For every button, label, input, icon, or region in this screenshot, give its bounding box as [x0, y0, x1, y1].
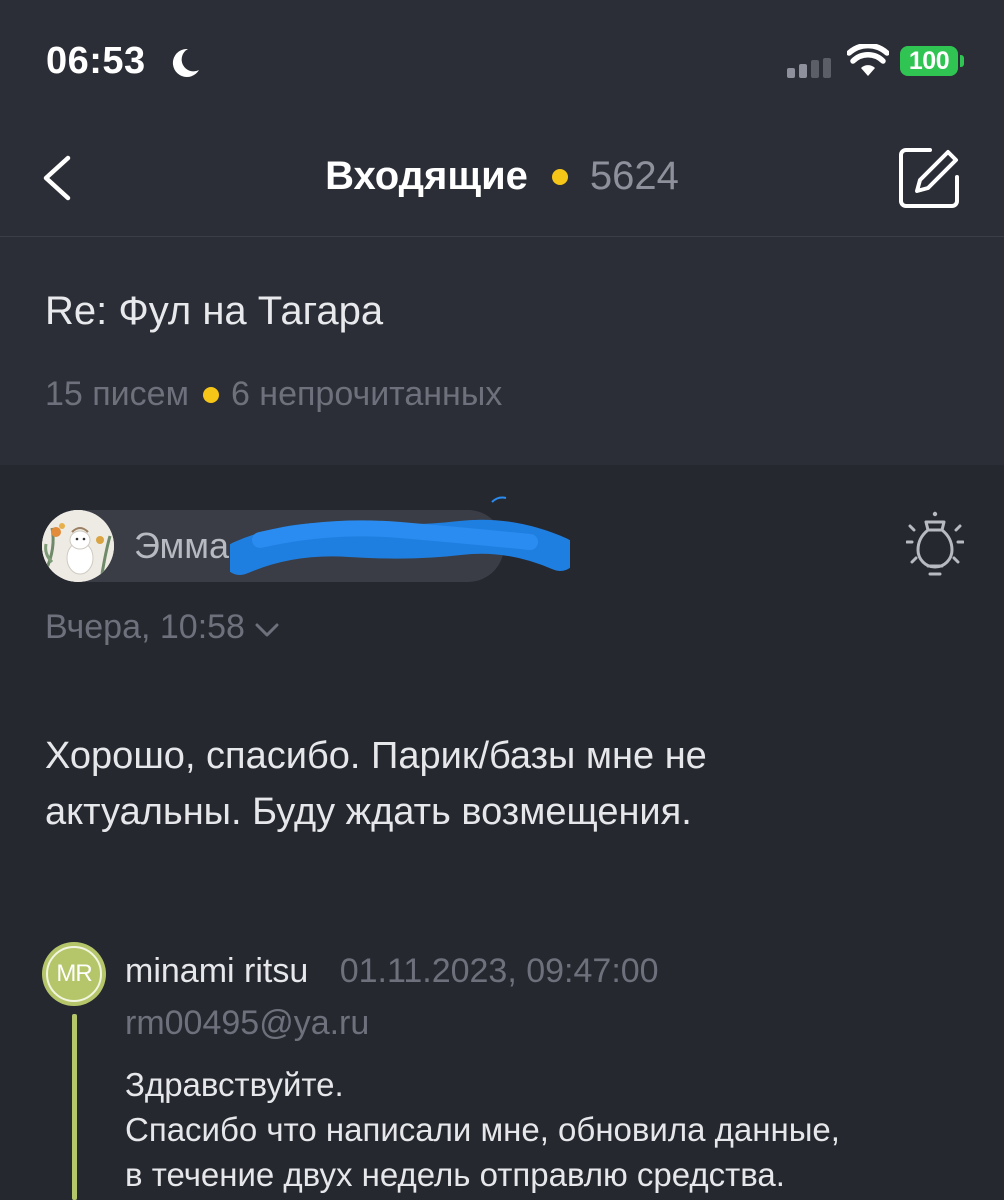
sender-name: Эмма: [134, 525, 229, 566]
message-body: Хорошо, спасибо. Парик/базы мне не актуа…: [45, 728, 945, 840]
quote-avatar: MR: [42, 942, 106, 1006]
lightbulb-icon[interactable]: [906, 508, 964, 584]
moon-icon: [172, 48, 199, 77]
thread-subject: Re: Фул на Тагара: [45, 289, 384, 333]
thread-unread-count: 6 непрочитанных: [230, 375, 503, 413]
nav-bar: Входящие 5624: [0, 120, 1004, 237]
wifi-icon: [847, 44, 889, 76]
quote-sender-name: minami ritsu: [125, 952, 309, 990]
status-bar: 06:53 100: [0, 0, 1004, 120]
chevron-down-icon: [255, 623, 279, 636]
unread-dot: [202, 386, 219, 403]
message-date: Вчера, 10:58: [45, 608, 245, 646]
compose-icon[interactable]: [898, 146, 962, 210]
folder-title: Входящие: [325, 154, 528, 198]
quote-avatar-initials: MR: [46, 946, 102, 1002]
message-date-toggle[interactable]: Вчера, 10:58: [45, 608, 279, 647]
quote-body: Здравствуйте. Спасибо что написали мне, …: [125, 1062, 985, 1197]
quote-date: 01.11.2023, 09:47:00: [339, 952, 659, 990]
cellular-signal-icon: [787, 58, 831, 78]
sender-avatar[interactable]: [42, 510, 114, 582]
quote-header: minami ritsu 01.11.2023, 09:47:00: [125, 952, 659, 991]
message-line: актуальны. Буду ждать возмещения.: [45, 791, 692, 833]
redaction-scribble: [230, 496, 570, 575]
status-time: 06:53: [46, 40, 146, 82]
unread-dot: [551, 168, 568, 185]
battery-tip: [960, 55, 964, 67]
quote-sender-email[interactable]: rm00495@ya.ru: [125, 1004, 369, 1043]
nav-title-group: Входящие 5624: [0, 154, 1004, 199]
avatar-image: [42, 510, 114, 582]
thread-header: Re: Фул на Тагара 15 писем 6 непрочитанн…: [0, 237, 1004, 465]
battery-indicator: 100: [900, 46, 958, 76]
quote-line: Здравствуйте.: [125, 1066, 344, 1103]
quote-bar: [72, 1014, 77, 1200]
thread-message-count: 15 писем: [45, 375, 189, 413]
message-line: Хорошо, спасибо. Парик/базы мне не: [45, 735, 707, 777]
unread-count: 5624: [589, 154, 679, 198]
quote-line: в течение двух недель отправлю средства.: [125, 1156, 785, 1193]
thread-meta: 15 писем 6 непрочитанных: [45, 375, 502, 414]
quote-line: Спасибо что написали мне, обновила данны…: [125, 1111, 840, 1148]
